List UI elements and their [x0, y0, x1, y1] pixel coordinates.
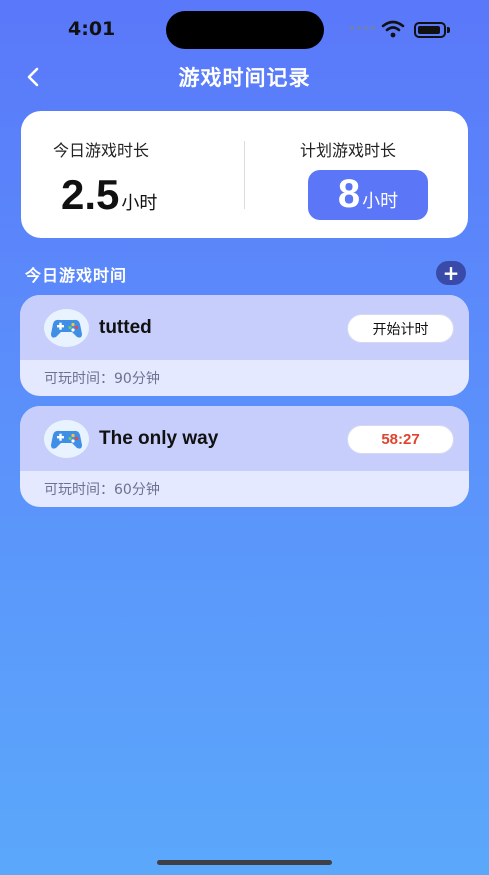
home-indicator[interactable] [157, 860, 332, 865]
plan-duration-button[interactable]: 8 小时 [308, 170, 428, 220]
today-duration-number: 2.5 [61, 171, 120, 218]
summary-divider [244, 141, 245, 209]
status-bar: 4:01 [0, 0, 489, 60]
game-card: The only way 58:27 可玩时间：60分钟 [20, 406, 469, 507]
game-name: tutted [99, 317, 152, 338]
today-duration-value: 2.5 小时 [61, 171, 157, 219]
plan-duration-unit: 小时 [362, 191, 399, 212]
wifi-icon [381, 20, 405, 38]
summary-card: 今日游戏时长 2.5 小时 计划游戏时长 8 小时 [21, 111, 468, 238]
section-title: 今日游戏时间 [25, 266, 128, 285]
game-card: tutted 开始计时 可玩时间：90分钟 [20, 295, 469, 396]
game-name: The only way [99, 428, 219, 449]
allowed-time-text: 可玩时间：90分钟 [44, 371, 160, 387]
gamepad-icon [44, 420, 89, 458]
status-time: 4:01 [68, 18, 116, 40]
game-card-header: tutted 开始计时 [20, 295, 469, 360]
cellular-signal-icon [350, 26, 375, 30]
dynamic-island [166, 11, 324, 49]
running-timer-button[interactable]: 58:27 [347, 425, 454, 454]
gamepad-icon [44, 309, 89, 347]
battery-tip [447, 27, 450, 33]
add-game-button[interactable]: + [436, 261, 466, 285]
page-title: 游戏时间记录 [178, 66, 311, 90]
battery-icon [414, 22, 446, 38]
today-duration-label: 今日游戏时长 [53, 141, 150, 160]
plan-duration-number: 8 [337, 172, 361, 216]
start-timer-button[interactable]: 开始计时 [347, 314, 454, 343]
today-duration-unit: 小时 [121, 193, 158, 214]
allowed-time-text: 可玩时间：60分钟 [44, 482, 160, 498]
plan-duration-label: 计划游戏时长 [300, 141, 397, 160]
game-card-header: The only way 58:27 [20, 406, 469, 471]
